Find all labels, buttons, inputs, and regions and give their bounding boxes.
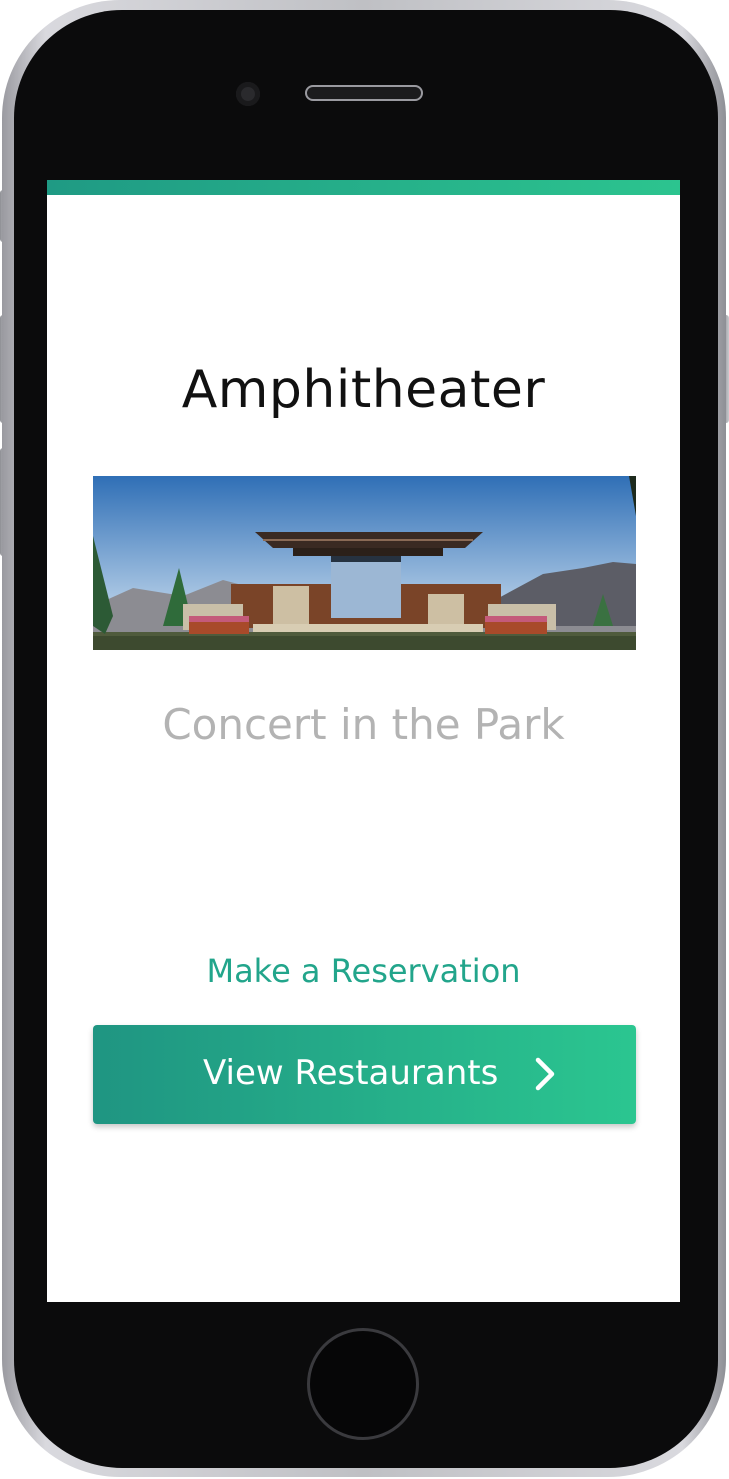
chevron-right-icon bbox=[535, 1057, 555, 1091]
app-screen: Amphitheater Concert in the Park Make a … bbox=[47, 180, 680, 1302]
venue-title: Amphitheater bbox=[181, 360, 546, 420]
view-restaurants-button[interactable]: View Restaurants bbox=[93, 1025, 636, 1124]
home-button[interactable] bbox=[307, 1328, 419, 1440]
view-restaurants-label: View Restaurants bbox=[203, 1053, 499, 1093]
event-name: Concert in the Park bbox=[162, 700, 565, 749]
device-mockup: Amphitheater Concert in the Park Make a … bbox=[0, 0, 729, 1479]
make-reservation-link[interactable]: Make a Reservation bbox=[47, 952, 680, 990]
top-accent-bar bbox=[47, 180, 680, 195]
amphitheater-photo bbox=[93, 476, 636, 650]
front-camera bbox=[236, 82, 260, 106]
earpiece-speaker bbox=[305, 85, 423, 101]
